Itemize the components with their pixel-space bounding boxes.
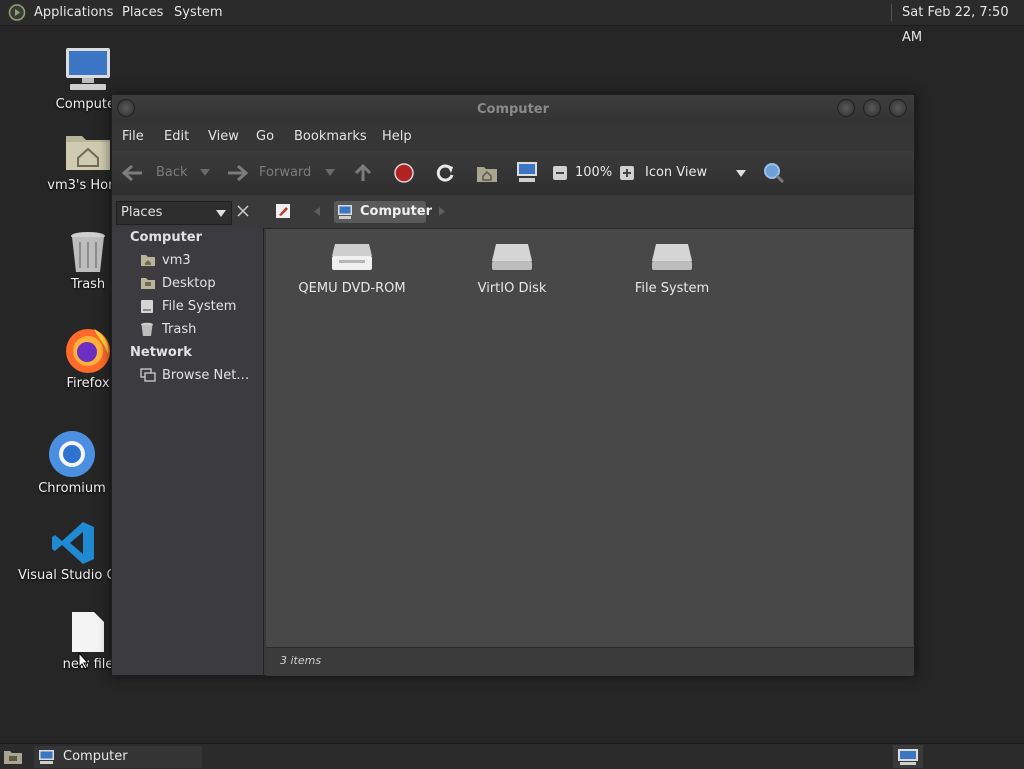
title-bar[interactable]: Computer <box>112 95 914 123</box>
firefox-icon <box>66 329 110 373</box>
toolbar: Back Forward 100% Icon View <box>112 151 914 196</box>
desktop-icon-chromium[interactable]: Chromium <box>24 430 120 500</box>
top-panel: Applications Places System Sat Feb 22, 7… <box>0 0 1024 45</box>
sidebar: Computer vm3 Desktop File System Trash N… <box>112 228 264 675</box>
window-title: Computer <box>476 102 550 117</box>
sidebar-item-browse-network[interactable]: Browse Net… <box>112 364 263 387</box>
home-folder-icon <box>66 136 110 170</box>
file-view: QEMU DVD-ROM VirtIO Disk File System <box>266 229 913 647</box>
zoom-level[interactable]: 100% <box>575 151 612 195</box>
forward-button[interactable]: Forward <box>259 151 311 195</box>
optical-drive-icon <box>332 244 372 270</box>
applications-menu[interactable]: Applications <box>34 0 113 25</box>
sidebar-item-file-system[interactable]: File System <box>112 295 263 318</box>
forward-arrow-icon[interactable] <box>226 164 248 182</box>
trash-icon <box>141 322 153 336</box>
back-button[interactable]: Back <box>156 151 188 195</box>
breadcrumb-computer[interactable]: Computer <box>334 201 432 223</box>
reload-icon[interactable] <box>435 163 455 183</box>
close-button[interactable] <box>889 99 907 117</box>
back-history-dropdown-icon[interactable] <box>200 169 210 177</box>
sidebar-header-computer: Computer <box>130 230 203 245</box>
desktop-folder-icon <box>141 278 155 289</box>
forward-history-dropdown-icon[interactable] <box>325 169 335 177</box>
home-folder-icon <box>141 255 155 266</box>
system-menu[interactable]: System <box>174 0 222 25</box>
bottom-panel: Computer <box>0 743 1024 769</box>
sidebar-item-vm3[interactable]: vm3 <box>112 249 263 272</box>
stop-icon[interactable] <box>394 163 414 183</box>
chromium-icon <box>49 431 95 477</box>
file-icon <box>72 612 104 652</box>
menu-go[interactable]: Go <box>256 123 274 151</box>
computer-icon <box>66 48 110 90</box>
applications-menu-icon[interactable] <box>8 4 26 21</box>
sidebar-item-label: File System <box>162 299 237 314</box>
taskbar-window-button[interactable]: Computer <box>34 746 202 768</box>
view-mode-select[interactable]: Icon View <box>645 151 707 195</box>
drive-item-label: QEMU DVD-ROM <box>298 281 406 296</box>
menu-edit[interactable]: Edit <box>164 123 189 151</box>
status-text: 3 items <box>280 654 322 667</box>
sidebar-item-label: Trash <box>162 322 197 337</box>
trash-icon <box>71 232 105 272</box>
path-left-arrow-icon[interactable] <box>314 207 320 216</box>
sidebar-item-desktop[interactable]: Desktop <box>112 272 263 295</box>
file-manager-window: Computer File Edit View Go Bookmarks Hel… <box>111 94 915 676</box>
breadcrumb-label: Computer <box>360 204 433 219</box>
hard-disk-icon <box>652 244 692 270</box>
zoom-out-icon[interactable] <box>552 165 568 181</box>
vscode-icon <box>52 522 94 564</box>
clock[interactable]: Sat Feb 22, 7:50 AM <box>902 0 1024 45</box>
zoom-in-icon[interactable] <box>619 165 635 181</box>
network-icon <box>140 368 156 382</box>
sidebar-header-network: Network <box>130 345 192 360</box>
minimize-button[interactable] <box>837 99 855 117</box>
up-arrow-icon[interactable] <box>353 163 373 183</box>
drive-item-label: File System <box>634 281 710 296</box>
sidebar-selector[interactable]: Places <box>116 201 232 225</box>
sidebar-item-label: Browse Net… <box>162 368 250 383</box>
home-icon[interactable] <box>476 163 498 183</box>
drive-item-virtio-disk[interactable]: VirtIO Disk <box>442 241 582 301</box>
panel-separator <box>891 4 892 21</box>
drive-item-label: VirtIO Disk <box>477 281 547 296</box>
sidebar-item-trash[interactable]: Trash <box>112 318 263 341</box>
path-right-arrow-icon[interactable] <box>439 207 445 216</box>
edit-location-icon[interactable] <box>275 203 291 219</box>
workspace-switcher[interactable] <box>893 745 923 768</box>
menu-bar: File Edit View Go Bookmarks Help <box>112 123 914 151</box>
search-icon[interactable] <box>763 162 785 184</box>
menu-help[interactable]: Help <box>382 123 412 151</box>
chevron-down-icon[interactable] <box>736 170 746 178</box>
drive-item-qemu-dvd-rom[interactable]: QEMU DVD-ROM <box>282 241 422 301</box>
menu-file[interactable]: File <box>122 123 144 151</box>
computer-icon <box>898 749 918 765</box>
computer-icon <box>39 750 54 764</box>
menu-view[interactable]: View <box>208 123 239 151</box>
maximize-button[interactable] <box>863 99 881 117</box>
computer-icon <box>338 205 352 219</box>
places-menu[interactable]: Places <box>122 0 163 25</box>
desktop-icon-label: Chromium <box>38 481 106 496</box>
computer-icon[interactable] <box>516 161 538 183</box>
close-sidebar-icon[interactable] <box>237 205 249 217</box>
sidebar-selector-label: Places <box>121 205 163 220</box>
taskbar-window-label: Computer <box>63 749 128 764</box>
status-bar: 3 items <box>266 647 913 676</box>
mouse-pointer-icon <box>78 652 90 670</box>
chevron-down-icon <box>216 210 226 217</box>
sidebar-item-label: vm3 <box>162 253 191 268</box>
sidebar-item-label: Desktop <box>162 276 216 291</box>
menu-bookmarks[interactable]: Bookmarks <box>294 123 367 151</box>
show-desktop-icon[interactable] <box>3 748 23 765</box>
drive-icon <box>141 300 153 313</box>
back-arrow-icon[interactable] <box>122 164 144 182</box>
drive-item-file-system[interactable]: File System <box>602 241 742 301</box>
hard-disk-icon <box>492 244 532 270</box>
